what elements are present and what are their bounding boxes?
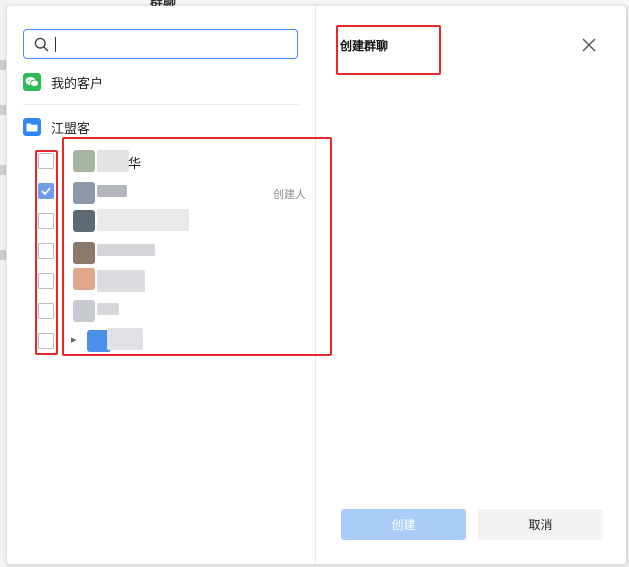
background-mark xyxy=(0,165,6,175)
dialog-title: 创建群聊 xyxy=(340,39,389,53)
search-input[interactable] xyxy=(60,34,289,56)
highlight-box xyxy=(62,137,332,356)
background-mark xyxy=(0,105,6,115)
tree-item-my-customers[interactable]: 我的客户 xyxy=(23,72,103,92)
background-mark xyxy=(0,250,6,260)
tree-item-label: 江盟客 xyxy=(51,121,91,137)
search-box[interactable] xyxy=(23,29,298,59)
folder-icon xyxy=(23,118,41,136)
text-caret xyxy=(55,37,56,52)
close-icon[interactable] xyxy=(581,37,597,53)
background-sidebar xyxy=(0,0,7,567)
create-group-dialog: 我的客户 江盟客 华 创建人 ▶ 创建群聊 创建 取消 xyxy=(7,6,626,564)
create-button[interactable]: 创建 xyxy=(341,509,466,540)
tree-item-label: 我的客户 xyxy=(51,76,104,92)
background-mark xyxy=(0,60,6,70)
highlight-box xyxy=(35,150,58,355)
search-icon xyxy=(34,37,49,52)
wechat-icon xyxy=(23,73,41,91)
divider xyxy=(23,104,299,105)
cancel-button[interactable]: 取消 xyxy=(478,509,603,540)
tree-item-group[interactable]: 江盟客 xyxy=(23,117,90,137)
